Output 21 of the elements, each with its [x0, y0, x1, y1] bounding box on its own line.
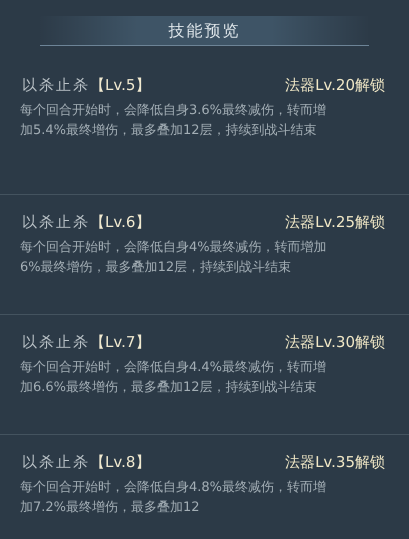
skill-name: 以杀止杀 — [22, 332, 90, 353]
skill-description: 加6.6%最终增伤，最多叠加12层，持续到战斗结束 — [20, 378, 318, 396]
skill-name: 以杀止杀 — [22, 212, 90, 233]
unlock-requirement: 法器Lv.35解锁 — [285, 452, 385, 473]
skill-description: 加5.4%最终增伤，最多叠加12层，持续到战斗结束 — [20, 122, 318, 140]
skill-level: 【Lv.5】 — [90, 75, 150, 96]
skill-level: 【Lv.6】 — [90, 212, 150, 233]
unlock-requirement: 法器Lv.20解锁 — [285, 75, 385, 96]
skill-description: 每个回合开始时，会降低自身4.4%最终减伤，转而增 — [20, 358, 328, 376]
skill-name: 以杀止杀 — [22, 452, 90, 473]
skill-level: 【Lv.8】 — [90, 452, 150, 473]
skill-description: 6%最终增伤，最多叠加12层，持续到战斗结束 — [20, 258, 292, 276]
skill-description: 每个回合开始时，会降低自身3.6%最终减伤，转而增 — [20, 102, 328, 120]
skill-description: 每个回合开始时，会降低自身4.8%最终减伤，转而增 — [20, 478, 328, 496]
skill-level: 【Lv.7】 — [90, 332, 150, 353]
panel-title: 技能预览 — [168, 20, 240, 42]
skill-description: 每个回合开始时，会降低自身4%最终减伤，转而增加 — [20, 238, 328, 256]
unlock-requirement: 法器Lv.25解锁 — [285, 212, 385, 233]
skill-name: 以杀止杀 — [22, 75, 90, 96]
skill-description: 加7.2%最终增伤，最多叠加12 — [20, 498, 201, 516]
unlock-requirement: 法器Lv.30解锁 — [285, 332, 385, 353]
